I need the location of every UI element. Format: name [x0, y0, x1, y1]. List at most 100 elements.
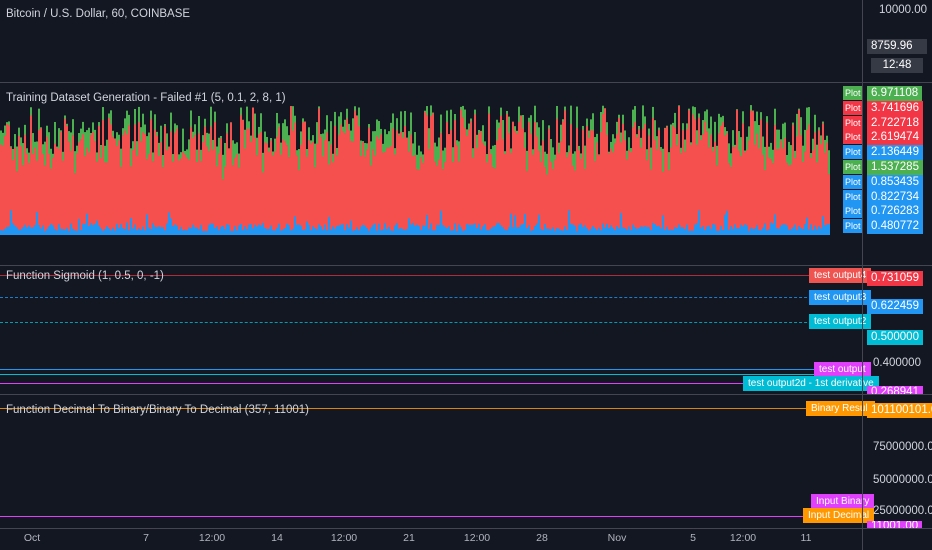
- histogram-bar-blue: [306, 221, 308, 235]
- histogram-bar-blue: [244, 226, 246, 235]
- histogram-bar-blue: [498, 223, 500, 235]
- histogram-bar-blue: [260, 225, 262, 235]
- histogram-bar-blue: [448, 226, 450, 235]
- histogram-bar-red: [310, 143, 312, 235]
- histogram-bar-red: [48, 153, 50, 235]
- histogram-bar-blue: [746, 225, 748, 235]
- histogram-bar-blue: [364, 225, 366, 235]
- histogram-bar-blue: [500, 225, 502, 235]
- histogram-bar-blue: [52, 225, 54, 235]
- histogram-bar-blue: [730, 226, 732, 235]
- histogram-bar-blue: [458, 224, 460, 235]
- histogram-bar-blue: [646, 226, 648, 235]
- histogram-bar-blue: [654, 224, 656, 235]
- histogram-bar-red: [586, 126, 588, 235]
- histogram-bar-blue: [108, 228, 110, 235]
- main-price-axis[interactable]: 10000.00 8 8759.96 12:48: [862, 0, 932, 82]
- histogram-bar-red: [596, 142, 598, 235]
- histogram-bar-blue: [374, 223, 376, 235]
- histogram-bar-blue: [566, 229, 568, 235]
- histogram-bar-blue: [334, 228, 336, 235]
- histogram-bar-red: [824, 152, 826, 235]
- histogram-bar-red: [390, 146, 392, 235]
- histogram-bar-red: [60, 131, 62, 235]
- histogram-bar-red: [498, 128, 500, 235]
- last-price-tag: 8759.96: [867, 39, 927, 54]
- histogram-bar-blue: [338, 225, 340, 235]
- histogram-bar-red: [604, 108, 606, 235]
- histogram-bar-blue: [180, 227, 182, 235]
- histogram-bar-blue: [168, 212, 170, 235]
- histogram-bar-red: [104, 162, 106, 235]
- histogram-bar-blue: [198, 229, 200, 235]
- binary-axis[interactable]: 101100101.0 75000000.00 50000000.00 2500…: [862, 395, 932, 528]
- training-axis[interactable]: 6.971108 3.741696 2.722718 2.619474 2.136449…: [862, 83, 932, 265]
- histogram-bar-red: [296, 155, 298, 235]
- histogram-bar-blue: [2, 230, 4, 235]
- histogram-bar-red: [468, 129, 470, 235]
- histogram-bar-blue: [344, 230, 346, 235]
- histogram-bar-red: [186, 157, 188, 235]
- histogram-bar-blue: [628, 226, 630, 235]
- histogram-bar-blue: [254, 224, 256, 235]
- time-tick: 12:00: [729, 532, 757, 544]
- histogram-bar-blue: [780, 225, 782, 235]
- histogram-bar-blue: [632, 224, 634, 235]
- histogram-bar-blue: [80, 230, 82, 235]
- histogram-bar-red: [666, 126, 668, 235]
- histogram-bar-red: [344, 133, 346, 235]
- histogram-bar-blue: [800, 227, 802, 235]
- histogram-bar-blue: [704, 230, 706, 235]
- histogram-bar-blue: [70, 223, 72, 235]
- histogram-bar-blue: [706, 226, 708, 235]
- histogram-bar-red: [704, 121, 706, 235]
- histogram-bar-blue: [722, 230, 724, 235]
- histogram-bar-blue: [696, 223, 698, 235]
- histogram-bar-red: [786, 162, 788, 235]
- histogram-bar-red: [206, 146, 208, 235]
- histogram-bar-blue: [710, 228, 712, 235]
- histogram-bar-red: [84, 156, 86, 235]
- plot-label: Plot: [843, 145, 862, 160]
- histogram-bar-blue: [386, 229, 388, 235]
- histogram-bar-blue: [806, 217, 808, 235]
- training-value-tag: 3.741696: [867, 100, 923, 116]
- sigmoid-pane[interactable]: [0, 266, 862, 394]
- histogram-bar-blue: [274, 230, 276, 235]
- histogram-bar-blue: [716, 230, 718, 235]
- histogram-bar-blue: [170, 218, 172, 235]
- histogram-bar-red: [432, 113, 434, 235]
- histogram-bar-red: [618, 118, 620, 235]
- histogram-bar-blue: [226, 224, 228, 235]
- histogram-bar-red: [282, 139, 284, 235]
- histogram-bar-red: [98, 125, 100, 235]
- histogram-bar-blue: [740, 224, 742, 235]
- histogram-bar-blue: [640, 226, 642, 235]
- histogram-bar-blue: [434, 230, 436, 235]
- histogram-bar-blue: [554, 230, 556, 235]
- histogram-bar-blue: [742, 226, 744, 235]
- histogram-bar-blue: [446, 228, 448, 235]
- histogram-bar-blue: [390, 230, 392, 235]
- histogram-bar-blue: [314, 228, 316, 235]
- time-axis[interactable]: Oct 7 12:00 14 12:00 21 12:00 28 Nov 5 1…: [0, 529, 862, 550]
- histogram-bar-blue: [414, 225, 416, 235]
- histogram-bar-red: [810, 157, 812, 235]
- histogram-bar-red: [630, 152, 632, 235]
- training-pane[interactable]: [0, 83, 862, 265]
- histogram-bar-blue: [64, 229, 66, 235]
- histogram-bar-blue: [572, 224, 574, 235]
- histogram-bar-blue: [300, 225, 302, 235]
- histogram-bar-red: [224, 166, 226, 235]
- histogram-bar-red: [486, 162, 488, 235]
- histogram-bar-red: [738, 150, 740, 235]
- histogram-bar-blue: [594, 228, 596, 235]
- histogram-bar-red: [752, 111, 754, 235]
- histogram-bar-red: [414, 155, 416, 235]
- histogram-bar-red: [668, 170, 670, 235]
- histogram-bar-blue: [68, 230, 70, 235]
- histogram-bar-blue: [422, 225, 424, 235]
- sigmoid-axis[interactable]: 0.731059 0.622459 0.500000 0.400000 0.26…: [862, 266, 932, 394]
- histogram-bar-blue: [38, 225, 40, 235]
- histogram-bar-blue: [160, 227, 162, 235]
